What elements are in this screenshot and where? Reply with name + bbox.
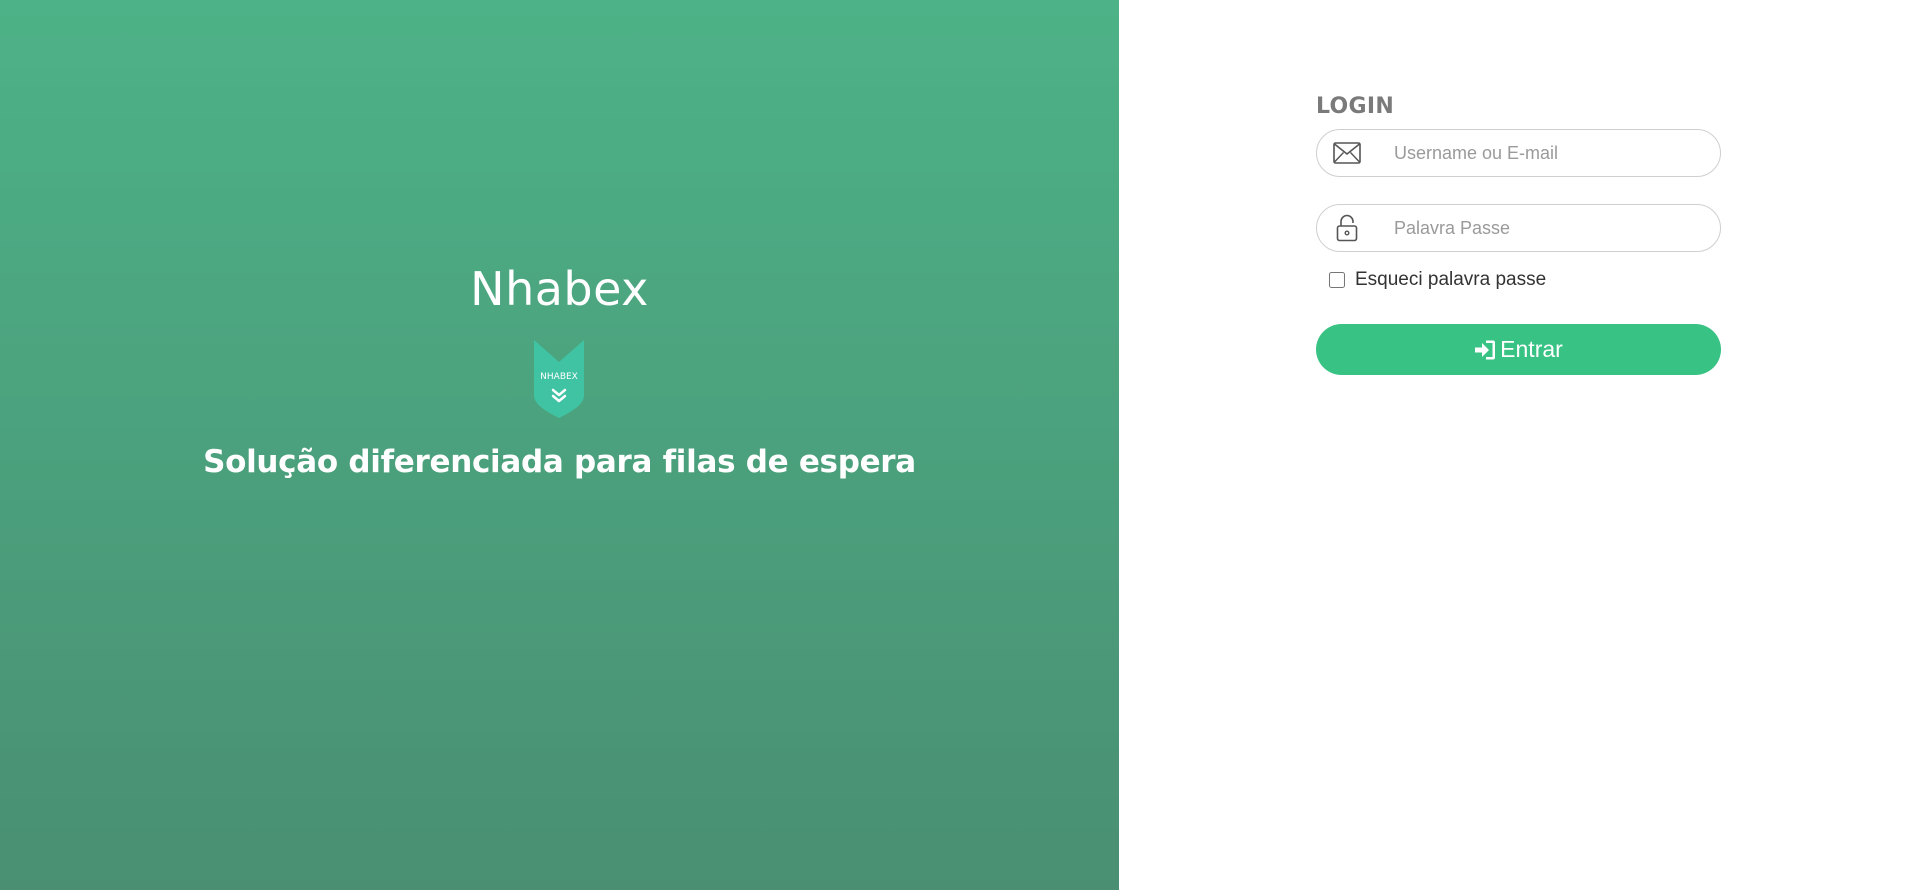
brand-logo-text: NHABEX — [540, 372, 578, 382]
login-panel: LOGIN Username ou E-mail Esqueci palavra… — [1119, 0, 1918, 890]
sign-in-icon — [1474, 339, 1496, 361]
password-field-group — [1316, 204, 1721, 252]
username-input[interactable] — [1392, 132, 1696, 174]
brand-name: Nhabex — [470, 262, 649, 316]
brand-tagline: Solução diferenciada para filas de esper… — [203, 444, 916, 480]
brand-logo: NHABEX — [534, 340, 584, 418]
lock-icon — [1332, 213, 1362, 243]
username-field-group — [1316, 129, 1721, 177]
forgot-password-label[interactable]: Esqueci palavra passe — [1355, 269, 1546, 291]
login-title: LOGIN — [1316, 94, 1395, 119]
forgot-password-checkbox[interactable] — [1329, 272, 1345, 288]
login-button-label: Entrar — [1500, 336, 1563, 362]
login-page: Nhabex NHABEX Solução diferenciada para … — [0, 0, 1918, 890]
login-button[interactable]: Entrar — [1316, 324, 1721, 375]
password-input[interactable] — [1392, 207, 1696, 249]
envelope-icon — [1332, 138, 1362, 168]
brand-panel: Nhabex NHABEX Solução diferenciada para … — [0, 0, 1119, 890]
forgot-password-row: Esqueci palavra passe — [1329, 267, 1721, 293]
login-form: LOGIN Username ou E-mail Esqueci palavra… — [1316, 94, 1721, 375]
